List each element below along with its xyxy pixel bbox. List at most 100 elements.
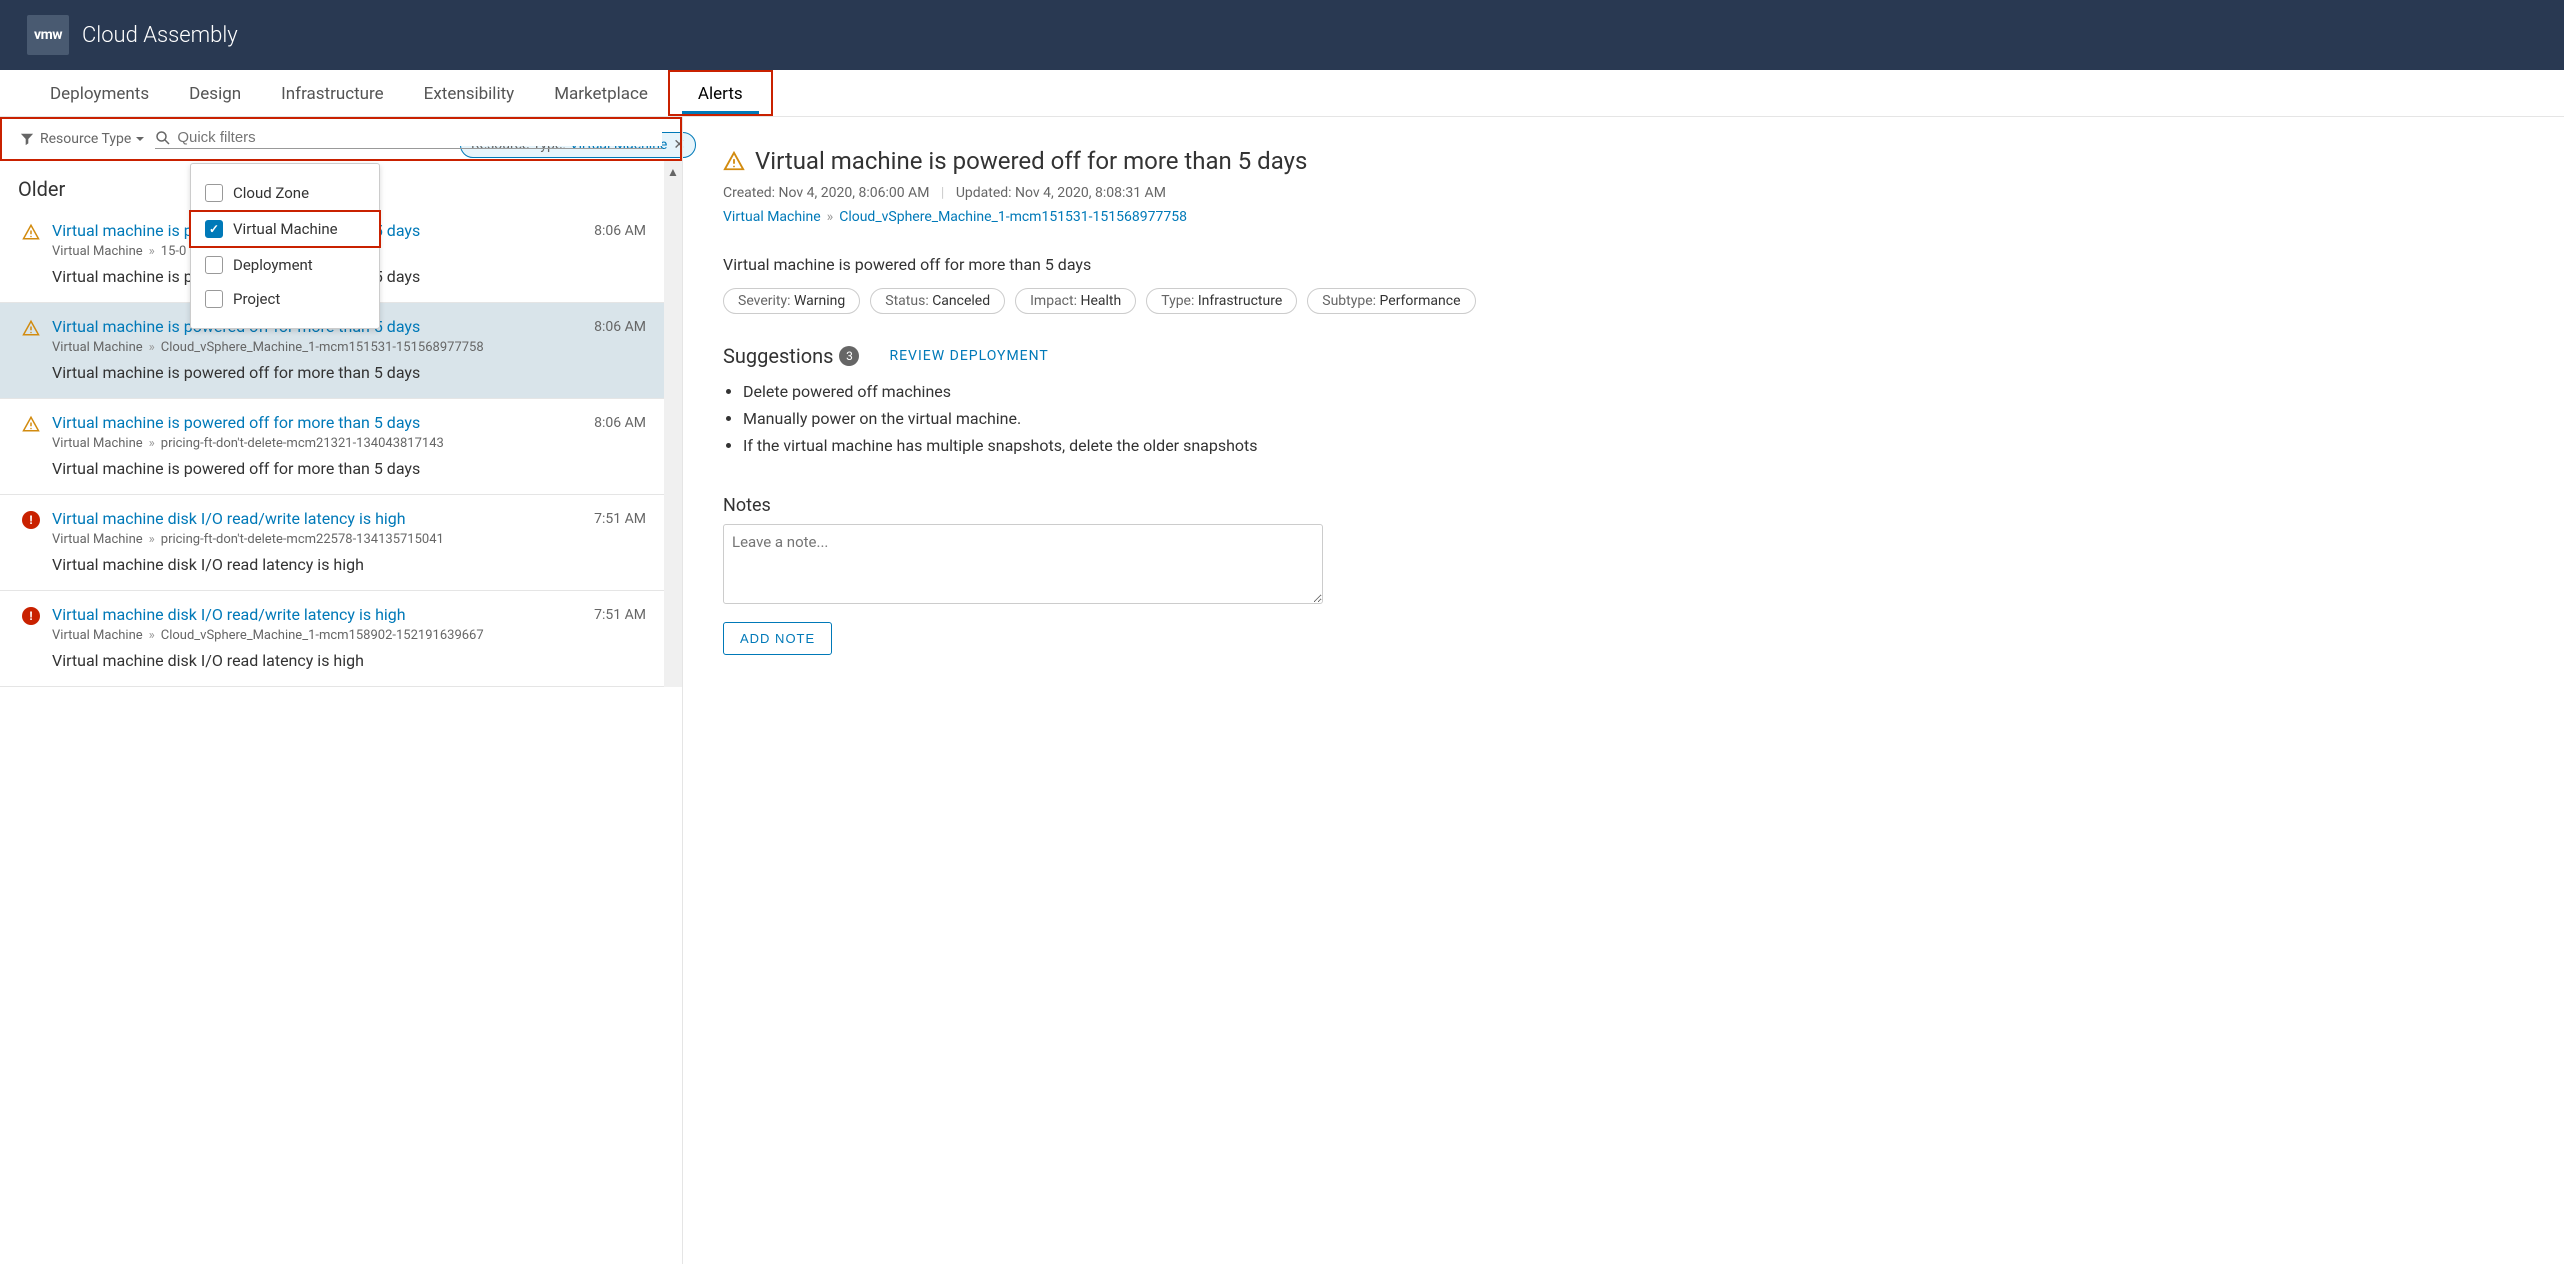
alert-time: 7:51 AM xyxy=(594,605,646,670)
vmw-logo: vmw xyxy=(27,15,69,55)
critical-icon: ! xyxy=(22,607,40,625)
option-virtual-machine[interactable]: Virtual Machine xyxy=(189,210,381,248)
resource-type-dropdown[interactable]: Resource Type xyxy=(20,131,145,147)
created-value: Nov 4, 2020, 8:06:00 AM xyxy=(779,185,930,201)
detail-timestamps: Created: Nov 4, 2020, 8:06:00 AM | Updat… xyxy=(723,185,2524,201)
detail-title: Virtual machine is powered off for more … xyxy=(755,147,1307,175)
pill-key: Severity: xyxy=(738,293,794,309)
attribute-pill: Subtype: Performance xyxy=(1307,288,1475,314)
add-note-button[interactable]: ADD NOTE xyxy=(723,622,832,655)
critical-icon: ! xyxy=(22,511,40,529)
pill-value: Health xyxy=(1080,293,1121,309)
filter-bar: Resource Type Cloud Zone Vir xyxy=(0,117,682,161)
nav-extensibility[interactable]: Extensibility xyxy=(404,70,535,116)
suggestion-item: Manually power on the virtual machine. xyxy=(743,409,2524,428)
pill-value: Canceled xyxy=(932,293,990,309)
attribute-pill: Type: Infrastructure xyxy=(1146,288,1297,314)
detail-breadcrumb: Virtual Machine » Cloud_vSphere_Machine_… xyxy=(723,209,2524,225)
app-header: vmw Cloud Assembly xyxy=(0,0,2564,70)
chevron-right-icon: » xyxy=(149,244,155,259)
alert-title: Virtual machine disk I/O read/write late… xyxy=(52,509,594,528)
nav-design[interactable]: Design xyxy=(169,70,261,116)
chevron-right-icon: » xyxy=(149,340,155,355)
checkbox-icon[interactable] xyxy=(205,184,223,202)
warning-icon xyxy=(22,317,52,382)
bc-name: pricing-ft-don't-delete-mcm22578-1341357… xyxy=(161,532,444,547)
pill-key: Type: xyxy=(1161,293,1198,309)
alert-time: 8:06 AM xyxy=(594,413,646,478)
nav-infrastructure[interactable]: Infrastructure xyxy=(261,70,404,116)
suggestion-list: Delete powered off machines Manually powe… xyxy=(723,382,2524,455)
option-label: Virtual Machine xyxy=(233,220,338,238)
alert-list-item[interactable]: Virtual machine is powered off for more … xyxy=(0,399,664,495)
pill-value: Performance xyxy=(1380,293,1461,309)
bc-name: 15-0 xyxy=(161,244,187,259)
alert-detail-pane: Virtual machine is powered off for more … xyxy=(683,117,2564,1264)
separator: | xyxy=(941,185,944,201)
content-area: Resource Type Cloud Zone Vir xyxy=(0,117,2564,1264)
checkbox-icon[interactable] xyxy=(205,290,223,308)
nav-marketplace[interactable]: Marketplace xyxy=(534,70,668,116)
alert-list-item[interactable]: ! Virtual machine disk I/O read/write lat… xyxy=(0,591,664,687)
notes-textarea[interactable] xyxy=(723,524,1323,604)
alert-breadcrumb: Virtual Machine»Cloud_vSphere_Machine_1-… xyxy=(52,340,594,355)
updated-label: Updated: xyxy=(956,185,1012,201)
pill-value: Infrastructure xyxy=(1198,293,1282,309)
created-label: Created: xyxy=(723,185,775,201)
critical-icon: ! xyxy=(22,509,52,574)
alert-desc: Virtual machine is powered off for more … xyxy=(52,363,594,382)
alert-desc: Virtual machine disk I/O read latency is… xyxy=(52,651,594,670)
alert-list-item[interactable]: ! Virtual machine disk I/O read/write lat… xyxy=(0,495,664,591)
alert-list-pane: Resource Type Cloud Zone Vir xyxy=(0,117,683,1264)
detail-header: Virtual machine is powered off for more … xyxy=(723,147,2524,175)
option-project[interactable]: Project xyxy=(191,282,379,316)
option-cloud-zone[interactable]: Cloud Zone xyxy=(191,176,379,210)
suggestions-header: Suggestions 3 REVIEW DEPLOYMENT xyxy=(723,344,2524,368)
scrollbar[interactable]: ▲ xyxy=(664,161,682,687)
review-deployment-link[interactable]: REVIEW DEPLOYMENT xyxy=(889,348,1048,364)
attribute-pills: Severity: Warning Status: Canceled Impact:… xyxy=(723,288,2524,314)
option-deployment[interactable]: Deployment xyxy=(191,248,379,282)
bc-type-link[interactable]: Virtual Machine xyxy=(723,209,821,225)
alert-breadcrumb: Virtual Machine»pricing-ft-don't-delete-… xyxy=(52,436,594,451)
updated-value: Nov 4, 2020, 8:08:31 AM xyxy=(1015,185,1166,201)
pill-key: Subtype: xyxy=(1322,293,1379,309)
suggestion-item: Delete powered off machines xyxy=(743,382,2524,401)
pill-key: Impact: xyxy=(1030,293,1080,309)
warning-icon xyxy=(723,150,745,172)
alert-breadcrumb: Virtual Machine»pricing-ft-don't-delete-… xyxy=(52,532,594,547)
chevron-right-icon: » xyxy=(827,209,834,225)
warning-icon xyxy=(22,413,52,478)
alert-time: 8:06 AM xyxy=(594,221,646,286)
checkbox-checked-icon[interactable] xyxy=(205,220,223,238)
checkbox-icon[interactable] xyxy=(205,256,223,274)
app-title: Cloud Assembly xyxy=(82,23,238,48)
suggestions-count-badge: 3 xyxy=(839,346,859,366)
option-label: Cloud Zone xyxy=(233,184,309,202)
attribute-pill: Severity: Warning xyxy=(723,288,860,314)
chevron-down-icon xyxy=(135,134,145,144)
alert-desc: Virtual machine disk I/O read latency is… xyxy=(52,555,594,574)
alert-title: Virtual machine is powered off for more … xyxy=(52,413,594,432)
nav-alerts[interactable]: Alerts xyxy=(668,70,773,116)
main-nav: Deployments Design Infrastructure Extens… xyxy=(0,70,2564,117)
quick-filter-search[interactable] xyxy=(155,129,662,149)
alert-body: Virtual machine is powered off for more … xyxy=(52,413,594,478)
detail-description: Virtual machine is powered off for more … xyxy=(723,255,2524,274)
suggestion-item: If the virtual machine has multiple snap… xyxy=(743,436,2524,455)
logo-text: vmw xyxy=(34,27,62,43)
option-label: Project xyxy=(233,290,280,308)
alert-title: Virtual machine disk I/O read/write late… xyxy=(52,605,594,624)
chevron-right-icon: » xyxy=(149,532,155,547)
pill-value: Warning xyxy=(794,293,845,309)
bc-name: pricing-ft-don't-delete-mcm21321-1340438… xyxy=(161,436,444,451)
scroll-up-icon[interactable]: ▲ xyxy=(667,165,679,179)
alert-time: 8:06 AM xyxy=(594,317,646,382)
bc-name-link[interactable]: Cloud_vSphere_Machine_1-mcm151531-151568… xyxy=(839,209,1187,225)
chevron-right-icon: » xyxy=(149,628,155,643)
alert-desc: Virtual machine is powered off for more … xyxy=(52,459,594,478)
pill-key: Status: xyxy=(885,293,932,309)
warning-icon xyxy=(22,221,52,286)
search-input[interactable] xyxy=(177,129,662,146)
nav-deployments[interactable]: Deployments xyxy=(30,70,169,116)
